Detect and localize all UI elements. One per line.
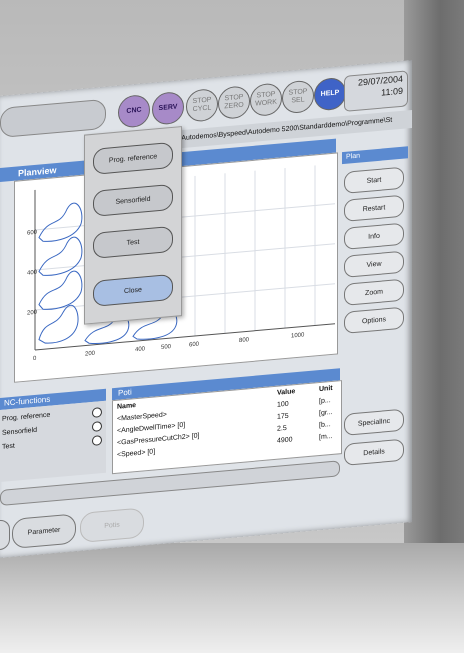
stop-sel-button[interactable]: STOP SEL xyxy=(282,79,314,115)
y-tick: 400 xyxy=(27,270,38,277)
tab-potis[interactable]: Potis xyxy=(80,507,144,544)
cnc-button[interactable]: CNC xyxy=(118,93,150,129)
row-unit: [gr... xyxy=(319,408,333,418)
message-field xyxy=(0,98,106,138)
row-value: 100 xyxy=(277,400,289,409)
options-button[interactable]: Options xyxy=(344,306,404,334)
nc-functions-panel: Prog. reference Sensorfield Test xyxy=(0,400,106,482)
column-unit: Unit xyxy=(319,384,333,394)
x-tick: 1000 xyxy=(291,332,305,339)
x-tick: 800 xyxy=(239,337,250,344)
x-tick: 0 xyxy=(33,356,37,362)
nc-function-label: Sensorfield xyxy=(2,426,38,437)
zoom-button[interactable]: Zoom xyxy=(344,278,404,306)
info-button[interactable]: Info xyxy=(344,222,404,250)
specialinc-button[interactable]: SpecialInc xyxy=(344,408,404,436)
popup-menu: Prog. reference Sensorfield Test Close xyxy=(84,126,182,325)
row-unit: [p... xyxy=(319,397,331,406)
column-value: Value xyxy=(277,388,296,397)
row-value: 175 xyxy=(277,412,289,421)
row-value: 4900 xyxy=(277,436,293,445)
tab-parameter[interactable]: Parameter xyxy=(12,513,76,549)
monitor-base xyxy=(0,543,464,653)
y-tick: 200 xyxy=(27,310,38,317)
sensorfield-radio[interactable] xyxy=(92,421,102,432)
tab-left[interactable] xyxy=(0,519,10,551)
y-tick: 600 xyxy=(27,230,38,237)
sidebar-header: Plan xyxy=(342,146,408,165)
stop-cycl-button[interactable]: STOP CYCL xyxy=(186,87,218,123)
date-time-display: 29/07/2004 11:09 xyxy=(344,70,408,112)
row-value: 2.5 xyxy=(277,424,287,433)
row-unit: [m... xyxy=(319,432,333,442)
nc-function-label: Prog. reference xyxy=(2,411,51,423)
planview-title: Planview xyxy=(18,165,57,179)
restart-button[interactable]: Restart xyxy=(344,194,404,222)
hmi-screen: CNC SERV STOP CYCL STOP ZERO STOP WORK S… xyxy=(0,59,412,558)
x-tick: 600 xyxy=(189,342,200,349)
column-name: Name xyxy=(117,402,137,411)
sensorfield-button[interactable]: Sensorfield xyxy=(93,183,173,217)
row-name: <Speed> [0] xyxy=(117,448,156,459)
stop-work-button[interactable]: STOP WORK xyxy=(250,82,282,118)
close-button[interactable]: Close xyxy=(93,273,173,307)
serv-button[interactable]: SERV xyxy=(152,90,184,126)
prog-reference-button[interactable]: Prog. reference xyxy=(93,141,173,175)
prog-reference-radio[interactable] xyxy=(92,407,102,418)
row-unit: [b... xyxy=(319,421,331,430)
nc-function-label: Test xyxy=(2,442,15,451)
help-button[interactable]: HELP xyxy=(314,76,346,112)
details-button[interactable]: Details xyxy=(344,438,404,466)
x-tick: 400 xyxy=(135,346,146,353)
test-radio[interactable] xyxy=(92,435,102,446)
view-button[interactable]: View xyxy=(344,250,404,278)
start-button[interactable]: Start xyxy=(344,166,404,194)
test-button[interactable]: Test xyxy=(93,225,173,259)
stop-zero-button[interactable]: STOP ZERO xyxy=(218,85,250,120)
x-tick: 200 xyxy=(85,351,96,358)
x-tick: 500 xyxy=(161,344,172,351)
